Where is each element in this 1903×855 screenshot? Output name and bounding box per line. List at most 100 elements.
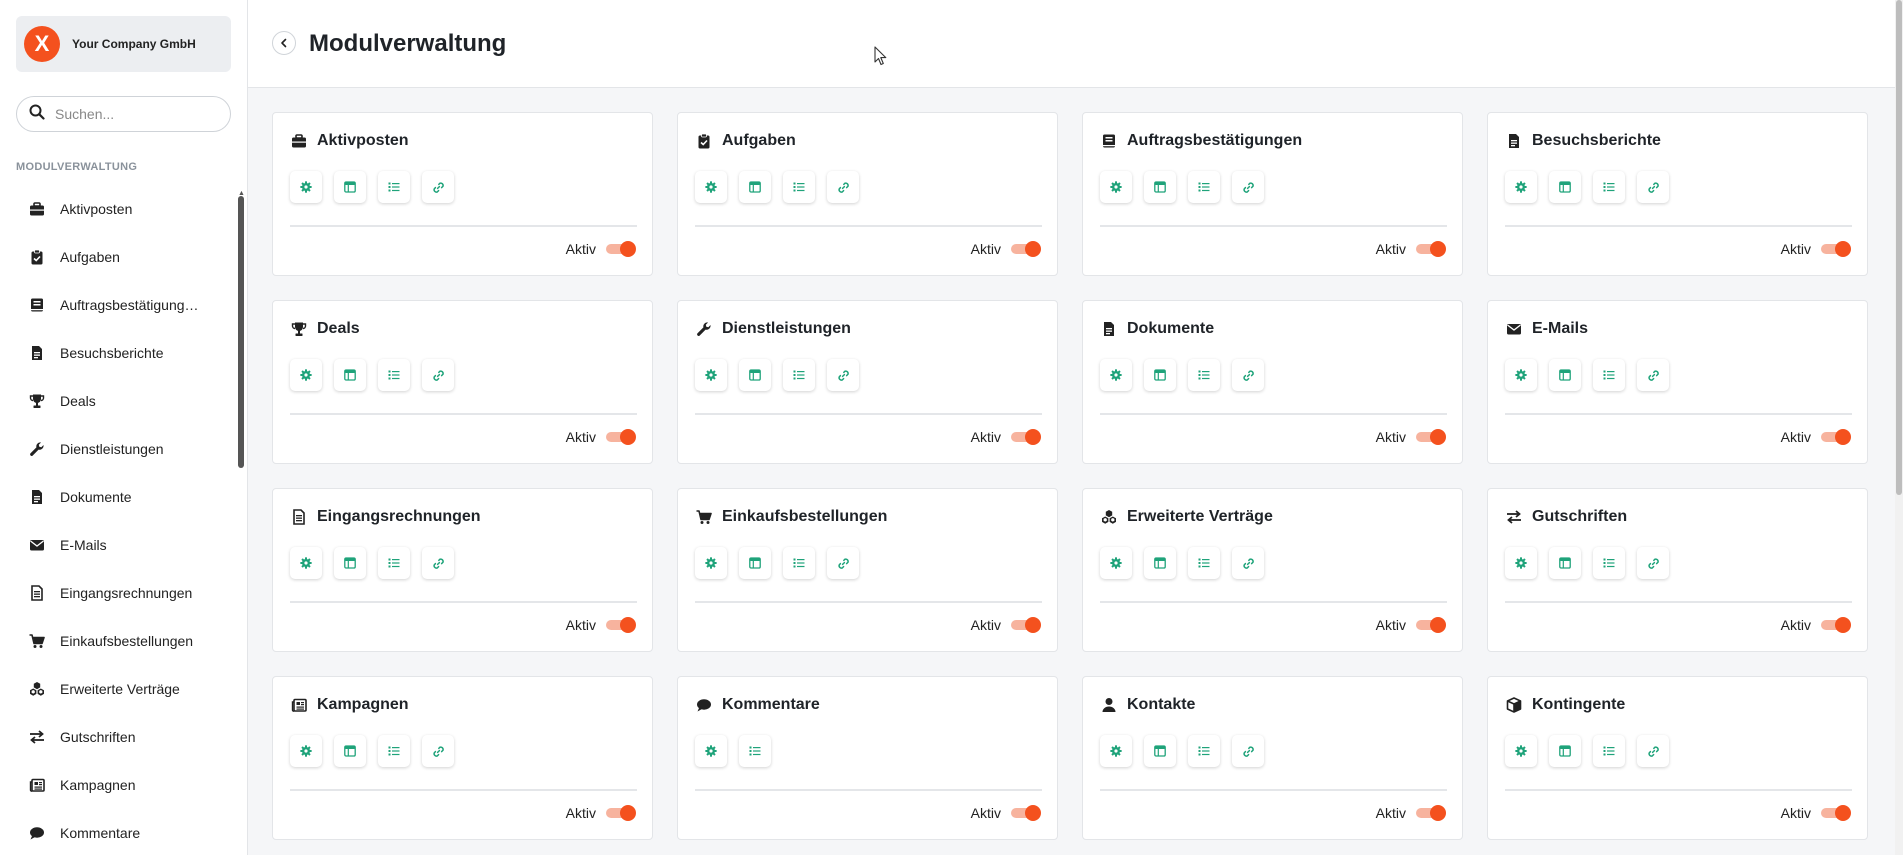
settings-button[interactable] (290, 547, 322, 579)
fields-list-button[interactable] (1593, 547, 1625, 579)
sidebar-item-dokumente[interactable]: Dokumente (0, 473, 236, 521)
settings-button[interactable] (290, 735, 322, 767)
fields-list-button[interactable] (783, 359, 815, 391)
sidebar-item-e-mails[interactable]: E-Mails (0, 521, 236, 569)
sidebar-item-dienstleistungen[interactable]: Dienstleistungen (0, 425, 236, 473)
sidebar-item-gutschriften[interactable]: Gutschriften (0, 713, 236, 761)
sidebar-item-aufgaben[interactable]: Aufgaben (0, 233, 236, 281)
relations-button[interactable] (1637, 359, 1669, 391)
layout-button[interactable] (334, 171, 366, 203)
toggle-knob (1430, 429, 1446, 445)
sidebar-item-kommentare[interactable]: Kommentare (0, 809, 236, 855)
active-toggle[interactable] (1819, 241, 1851, 257)
sidebar-item-auftragsbestaetigungen[interactable]: Auftragsbestätigungen (0, 281, 236, 329)
link-icon (1647, 181, 1660, 194)
relations-button[interactable] (422, 171, 454, 203)
active-toggle[interactable] (604, 617, 636, 633)
relations-button[interactable] (422, 359, 454, 391)
layout-button[interactable] (1549, 735, 1581, 767)
fields-list-button[interactable] (1593, 359, 1625, 391)
active-toggle[interactable] (1414, 429, 1446, 445)
fields-list-button[interactable] (378, 359, 410, 391)
settings-button[interactable] (1505, 171, 1537, 203)
fields-list-button[interactable] (1188, 171, 1220, 203)
layout-button[interactable] (1549, 359, 1581, 391)
active-toggle[interactable] (1819, 429, 1851, 445)
active-toggle[interactable] (1009, 805, 1041, 821)
fields-list-button[interactable] (783, 171, 815, 203)
layout-button[interactable] (1144, 359, 1176, 391)
relations-button[interactable] (827, 547, 859, 579)
relations-button[interactable] (1232, 735, 1264, 767)
relations-button[interactable] (827, 359, 859, 391)
settings-button[interactable] (695, 547, 727, 579)
sidebar-item-aktivposten[interactable]: Aktivposten (0, 185, 236, 233)
fields-list-button[interactable] (1188, 735, 1220, 767)
fields-list-button[interactable] (1593, 735, 1625, 767)
settings-button[interactable] (695, 171, 727, 203)
company-switcher[interactable]: X Your Company GmbH (16, 16, 231, 72)
layout-button[interactable] (334, 359, 366, 391)
settings-button[interactable] (290, 359, 322, 391)
settings-button[interactable] (1100, 547, 1132, 579)
fields-list-button[interactable] (378, 547, 410, 579)
relations-button[interactable] (827, 171, 859, 203)
active-toggle[interactable] (1819, 805, 1851, 821)
layout-button[interactable] (739, 547, 771, 579)
layout-button[interactable] (739, 171, 771, 203)
relations-button[interactable] (1232, 359, 1264, 391)
active-toggle[interactable] (1009, 429, 1041, 445)
layout-button[interactable] (1144, 547, 1176, 579)
active-toggle[interactable] (1009, 241, 1041, 257)
fields-list-button[interactable] (739, 735, 771, 767)
sidebar-item-kampagnen[interactable]: Kampagnen (0, 761, 236, 809)
settings-button[interactable] (290, 171, 322, 203)
settings-button[interactable] (1100, 735, 1132, 767)
active-toggle[interactable] (1009, 617, 1041, 633)
active-toggle[interactable] (1414, 241, 1446, 257)
fields-list-button[interactable] (378, 735, 410, 767)
fields-list-button[interactable] (378, 171, 410, 203)
relations-button[interactable] (1637, 735, 1669, 767)
sidebar-item-eingangsrechnungen[interactable]: Eingangsrechnungen (0, 569, 236, 617)
fields-list-button[interactable] (783, 547, 815, 579)
layout-button[interactable] (334, 547, 366, 579)
sidebar-item-deals[interactable]: Deals (0, 377, 236, 425)
settings-button[interactable] (1100, 359, 1132, 391)
active-toggle[interactable] (604, 429, 636, 445)
active-toggle[interactable] (1819, 617, 1851, 633)
fields-list-button[interactable] (1188, 359, 1220, 391)
fields-list-button[interactable] (1593, 171, 1625, 203)
settings-button[interactable] (695, 359, 727, 391)
layout-button[interactable] (1144, 735, 1176, 767)
sidebar-item-erweiterte-vertraege[interactable]: Erweiterte Verträge (0, 665, 236, 713)
settings-button[interactable] (1505, 547, 1537, 579)
search-input[interactable] (55, 106, 215, 122)
layout-button[interactable] (739, 359, 771, 391)
layout-button[interactable] (1549, 547, 1581, 579)
back-button[interactable] (272, 31, 296, 55)
module-actions (1100, 359, 1264, 391)
active-toggle[interactable] (604, 805, 636, 821)
relations-button[interactable] (1637, 171, 1669, 203)
relations-button[interactable] (1232, 547, 1264, 579)
sidebar-item-besuchsberichte[interactable]: Besuchsberichte (0, 329, 236, 377)
sidebar-scrollbar[interactable] (238, 196, 244, 468)
active-toggle[interactable] (1414, 617, 1446, 633)
settings-button[interactable] (1505, 359, 1537, 391)
active-toggle[interactable] (604, 241, 636, 257)
active-toggle[interactable] (1414, 805, 1446, 821)
relations-button[interactable] (422, 547, 454, 579)
layout-button[interactable] (1549, 171, 1581, 203)
sidebar-item-einkaufsbestellungen[interactable]: Einkaufsbestellungen (0, 617, 236, 665)
layout-button[interactable] (334, 735, 366, 767)
layout-button[interactable] (1144, 171, 1176, 203)
fields-list-button[interactable] (1188, 547, 1220, 579)
main-scrollbar-thumb[interactable] (1896, 0, 1902, 495)
settings-button[interactable] (695, 735, 727, 767)
settings-button[interactable] (1100, 171, 1132, 203)
relations-button[interactable] (1232, 171, 1264, 203)
relations-button[interactable] (1637, 547, 1669, 579)
settings-button[interactable] (1505, 735, 1537, 767)
relations-button[interactable] (422, 735, 454, 767)
